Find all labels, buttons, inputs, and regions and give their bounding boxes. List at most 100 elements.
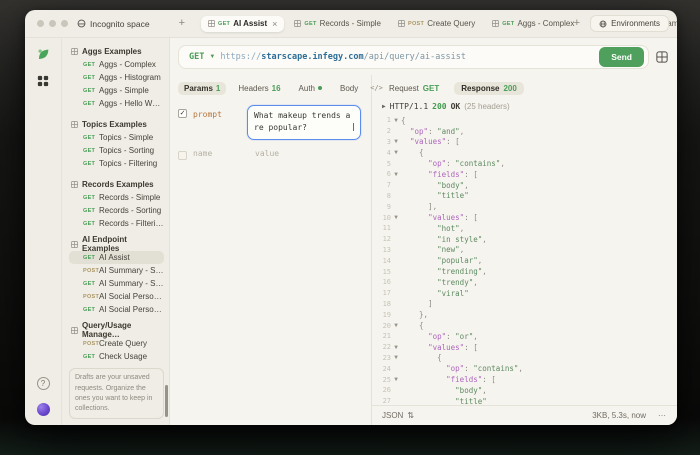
- collapse-arrow-icon[interactable]: ▼: [391, 117, 401, 124]
- environments-label: Environments: [611, 19, 660, 28]
- close-tab-icon[interactable]: ×: [272, 19, 277, 29]
- code-text: "values": [: [428, 342, 478, 352]
- line-number: 2: [386, 127, 391, 136]
- apps-grid-icon[interactable]: [37, 75, 49, 87]
- code-line: 11 "hot",: [377, 223, 677, 234]
- drafts-note: Drafts are your unsaved requests. Organi…: [69, 368, 164, 419]
- sidebar-folder-aggs-examples[interactable]: Aggs Examples: [69, 44, 164, 58]
- sidebar-item-ai-social-persona[interactable]: GET AI Social Persona…: [69, 303, 164, 316]
- sort-arrows-icon[interactable]: ⇅: [407, 411, 414, 420]
- request-method: GET: [83, 160, 96, 167]
- tab-aggs-complex[interactable]: GET Aggs - Complex: [485, 16, 581, 31]
- code-text: "values": [: [428, 213, 478, 223]
- sidebar-item-ai-summary-str[interactable]: GET AI Summary - Str…: [69, 277, 164, 290]
- line-number: 22: [382, 343, 391, 352]
- sidebar-item-topics-simple[interactable]: GET Topics - Simple: [69, 131, 164, 144]
- collection-icon: [71, 326, 78, 334]
- send-button[interactable]: Send: [599, 47, 644, 67]
- param-name-input[interactable]: prompt: [193, 110, 241, 119]
- tab-create-query[interactable]: POST Create Query: [391, 16, 482, 31]
- response-tab-request[interactable]: Request GET: [382, 82, 446, 95]
- request-tab-auth[interactable]: Auth: [293, 82, 328, 95]
- sidebar-item-aggs-simple[interactable]: GET Aggs - Simple: [69, 84, 164, 97]
- collapse-arrow-icon[interactable]: ▼: [391, 322, 401, 329]
- layout-toggle-button[interactable]: [656, 51, 668, 63]
- tab-records-simple[interactable]: GET Records - Simple: [287, 16, 388, 31]
- collection-icon: [71, 240, 78, 248]
- empty-param-checkbox[interactable]: [178, 151, 187, 160]
- collapse-arrow-icon[interactable]: ▼: [391, 214, 401, 221]
- request-method: GET: [83, 194, 96, 201]
- new-request-button[interactable]: +: [175, 18, 189, 29]
- param-value-input[interactable]: What makeup trends are popular?: [247, 105, 361, 140]
- collapse-arrow-icon[interactable]: ▼: [391, 171, 401, 178]
- request-tab-headers[interactable]: Headers 16: [232, 82, 286, 95]
- close-window-button[interactable]: [37, 20, 44, 27]
- sidebar-item-topics-filtering[interactable]: GET Topics - Filtering: [69, 157, 164, 170]
- sidebar-item-check-usage[interactable]: GET Check Usage: [69, 350, 164, 363]
- request-tab-params[interactable]: Params 1: [178, 81, 227, 95]
- collapse-arrow-icon[interactable]: ▼: [391, 149, 401, 156]
- response-tab-response[interactable]: Response 200: [454, 81, 524, 95]
- sidebar-item-ai-summary-str[interactable]: POST AI Summary - Str…: [69, 264, 164, 277]
- minimize-window-button[interactable]: [49, 20, 56, 27]
- sidebar-folder-ai-endpoint-examples[interactable]: AI Endpoint Examples: [69, 235, 164, 253]
- format-select[interactable]: JSON: [382, 411, 403, 420]
- code-text: "popular",: [437, 256, 483, 266]
- tab-ai-assist[interactable]: GET AI Assist ×: [201, 15, 285, 32]
- empty-param-name-input[interactable]: name: [193, 149, 241, 158]
- zoom-window-button[interactable]: [61, 20, 68, 27]
- line-number: 16: [382, 278, 391, 287]
- tab-label: Body: [340, 83, 359, 93]
- sidebar-scrollbar[interactable]: [165, 385, 168, 417]
- code-line: 24 "op": "contains",: [377, 363, 677, 374]
- collection-icon: [492, 20, 500, 27]
- url-path: /api/query/ai-assist: [363, 52, 466, 62]
- sidebar-folder-topics-examples[interactable]: Topics Examples: [69, 117, 164, 131]
- request-method: GET: [83, 134, 96, 141]
- environments-button[interactable]: Environments: [590, 15, 669, 32]
- avatar[interactable]: [36, 403, 50, 416]
- new-tab-button[interactable]: +: [570, 18, 584, 29]
- sidebar-item-aggs-hello-world[interactable]: GET Aggs - Hello World: [69, 97, 164, 110]
- code-text: "body",: [455, 385, 487, 395]
- sidebar-folder-query-usage-manage[interactable]: Query/Usage Manage…: [69, 321, 164, 339]
- request-tab-body[interactable]: Body: [334, 82, 364, 95]
- json-viewer[interactable]: 1 ▼{2 "op": "and", 3 ▼ "values": [4 ▼{5 "op": "…: [372, 113, 677, 405]
- collapse-triangle-icon[interactable]: ▶: [382, 103, 386, 110]
- request-label: Records - Filtering: [99, 219, 164, 228]
- url-input[interactable]: https://starscape.infegy.com/api/query/a…: [220, 52, 594, 62]
- status-code: 200: [432, 102, 447, 111]
- request-label: Aggs - Histogram: [99, 73, 161, 82]
- tab-badge: GET: [422, 83, 440, 93]
- code-text: "viral": [437, 288, 469, 298]
- sidebar-section-query-usage-manage: Query/Usage Manage… POST Create Query GET Ch…: [69, 321, 164, 363]
- code-line: 19},: [377, 309, 677, 320]
- sidebar-item-aggs-histogram[interactable]: GET Aggs - Histogram: [69, 71, 164, 84]
- sidebar-item-records-filtering[interactable]: GET Records - Filtering: [69, 217, 164, 230]
- sidebar-folder-records-examples[interactable]: Records Examples: [69, 177, 164, 191]
- sidebar-item-ai-social-persona[interactable]: POST AI Social Persona…: [69, 290, 164, 303]
- code-text: "op": "contains",: [446, 364, 523, 374]
- tab-label: Request: [389, 83, 419, 93]
- collapse-arrow-icon[interactable]: ▼: [391, 344, 401, 351]
- tab-label: Create Query: [427, 19, 476, 28]
- code-text: "op": "contains",: [428, 159, 505, 169]
- sidebar-item-aggs-complex[interactable]: GET Aggs - Complex: [69, 58, 164, 71]
- sidebar-item-topics-sorting[interactable]: GET Topics - Sorting: [69, 144, 164, 157]
- code-line: 17 "viral": [377, 288, 677, 299]
- help-button[interactable]: ?: [36, 377, 50, 390]
- url-bar[interactable]: GET ▼ https://starscape.infegy.com/api/q…: [178, 45, 649, 69]
- method-select[interactable]: GET: [189, 52, 204, 62]
- sidebar-item-records-simple[interactable]: GET Records - Simple: [69, 191, 164, 204]
- collapse-arrow-icon[interactable]: ▼: [391, 138, 401, 145]
- text-caret: [352, 123, 354, 131]
- param-checkbox[interactable]: ✓: [178, 109, 187, 118]
- response-status-line[interactable]: ▶ HTTP/1.1 200 OK (25 headers): [372, 98, 677, 113]
- collapse-arrow-icon[interactable]: ▼: [391, 354, 401, 361]
- empty-param-value-input[interactable]: value: [247, 149, 279, 158]
- collapse-arrow-icon[interactable]: ▼: [391, 376, 401, 383]
- workspace-switcher[interactable]: Incognito space: [77, 19, 150, 29]
- response-menu-icon[interactable]: ⋯: [658, 411, 667, 420]
- sidebar-item-records-sorting[interactable]: GET Records - Sorting: [69, 204, 164, 217]
